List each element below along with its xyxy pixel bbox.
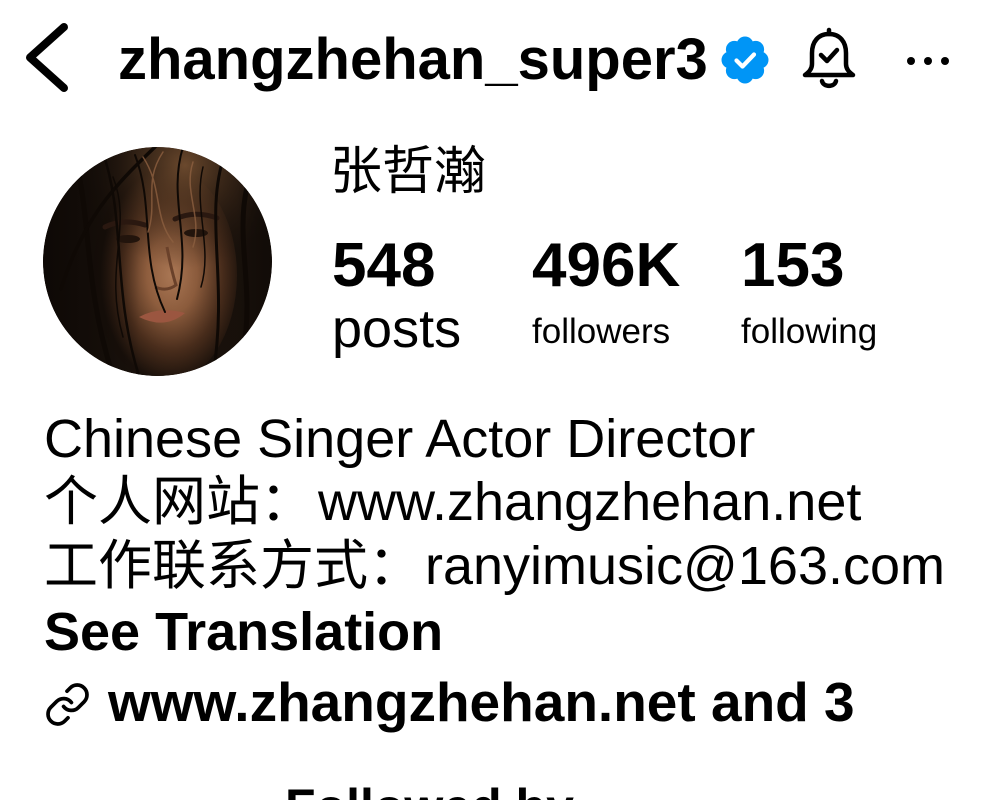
profile-username: zhangzhehan_super3 bbox=[118, 27, 708, 92]
followers-count: 496K bbox=[532, 231, 681, 300]
bio-website-value: www.zhangzhehan.net bbox=[318, 472, 862, 532]
bio-website-line: 个人网站： www.zhangzhehan.net bbox=[44, 475, 894, 529]
chevron-left-icon bbox=[26, 23, 68, 92]
stat-followers[interactable]: 496K followers bbox=[532, 235, 682, 360]
bio-description: Chinese Singer Actor Director bbox=[44, 409, 756, 469]
profile-header: 张哲瀚 548 posts 496K followers 153 followi… bbox=[0, 130, 1002, 380]
followed-by-link[interactable]: Followed by bbox=[285, 782, 625, 800]
bell-check-icon bbox=[802, 27, 856, 89]
posts-count: 548 bbox=[332, 231, 436, 300]
posts-label: posts bbox=[332, 299, 462, 359]
profile-display-name: 张哲瀚 bbox=[330, 143, 487, 201]
following-count: 153 bbox=[741, 231, 845, 300]
top-nav-bar: zhangzhehan_super3 bbox=[0, 0, 1002, 110]
more-horizontal-icon bbox=[907, 57, 949, 65]
external-links-label: www.zhangzhehan.net and 3 bbox=[108, 671, 855, 733]
stat-posts[interactable]: 548 posts bbox=[332, 235, 472, 360]
profile-avatar[interactable] bbox=[43, 147, 272, 376]
stat-following[interactable]: 153 following bbox=[741, 235, 891, 360]
more-options-button[interactable] bbox=[900, 44, 956, 78]
verified-badge-icon bbox=[721, 36, 769, 84]
bio-contact-line: 工作联系方式： ranyimusic@163.com bbox=[44, 539, 954, 593]
profile-screen: zhangzhehan_super3 张哲瀚 548 posts 496K fo… bbox=[0, 0, 1002, 800]
notifications-button[interactable] bbox=[798, 26, 860, 92]
avatar-photo bbox=[43, 147, 272, 376]
see-translation-button[interactable]: See Translation bbox=[44, 605, 464, 659]
profile-bio: Chinese Singer Actor Director 个人网站： www.… bbox=[0, 400, 1002, 740]
back-button[interactable] bbox=[18, 18, 74, 98]
external-links-button[interactable]: www.zhangzhehan.net and 3 bbox=[44, 675, 874, 731]
following-label: following bbox=[741, 312, 878, 351]
followers-label: followers bbox=[532, 312, 671, 351]
bio-contact-email: ranyimusic@163.com bbox=[425, 536, 945, 596]
bio-website-label: 个人网站： bbox=[44, 472, 314, 532]
link-icon bbox=[46, 683, 89, 726]
bio-contact-label: 工作联系方式： bbox=[44, 536, 422, 596]
